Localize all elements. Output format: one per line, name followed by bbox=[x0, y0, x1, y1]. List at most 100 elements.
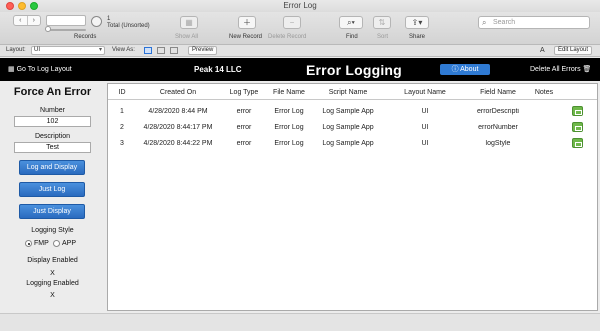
logging-enabled-label: Logging Enabled bbox=[26, 280, 79, 287]
edit-layout-button[interactable]: Edit Layout bbox=[554, 46, 593, 55]
show-all-button[interactable]: Show All bbox=[175, 34, 198, 40]
preview-button[interactable]: Preview bbox=[188, 46, 218, 55]
page-title: Error Logging bbox=[306, 62, 402, 78]
trash-icon: 🗑 bbox=[582, 66, 592, 73]
new-record-icon[interactable]: ＋ bbox=[238, 16, 256, 29]
logging-enabled-checkbox[interactable]: X bbox=[49, 292, 56, 299]
fmp-radio[interactable] bbox=[25, 240, 32, 247]
cell-id: 1 bbox=[120, 108, 124, 115]
column-header-notes[interactable]: Notes bbox=[532, 89, 556, 96]
status-bar bbox=[0, 313, 600, 331]
layout-label: Layout: bbox=[6, 47, 26, 53]
cell-layout-name: UI bbox=[421, 108, 429, 115]
cell-log-type: error bbox=[236, 108, 252, 115]
table-row[interactable]: 2 4/28/2020 8:44:17 PM error Error Log L… bbox=[108, 120, 597, 135]
formatting-bar-icon[interactable]: A bbox=[540, 45, 545, 56]
about-button[interactable]: ⓘ About bbox=[440, 64, 490, 75]
new-record-button[interactable]: New Record bbox=[229, 34, 262, 40]
description-label: Description bbox=[34, 133, 70, 140]
cell-created-on: 4/28/2020 8:44:17 PM bbox=[143, 124, 213, 131]
column-header-id[interactable]: ID bbox=[114, 89, 130, 96]
find-magnifier-icon[interactable]: ⌕▾ bbox=[339, 16, 363, 29]
layout-select-value: UI bbox=[34, 47, 40, 53]
description-field[interactable]: Test bbox=[14, 142, 91, 153]
delete-all-errors-button[interactable]: Delete All Errors 🗑 bbox=[530, 65, 591, 73]
header-divider bbox=[108, 99, 597, 100]
view-as-label: View As: bbox=[112, 47, 135, 53]
cell-field-name: errorNumber bbox=[478, 124, 518, 131]
search-input[interactable]: ⌕ Search bbox=[478, 16, 590, 29]
form-view-icon[interactable] bbox=[144, 47, 152, 54]
record-slider-track[interactable] bbox=[46, 29, 86, 31]
row-action-button[interactable] bbox=[572, 122, 583, 132]
table-view-icon[interactable] bbox=[170, 47, 178, 54]
total-count: 1 bbox=[107, 16, 111, 22]
zoom-window-button[interactable] bbox=[30, 2, 38, 10]
table-row[interactable]: 3 4/28/2020 8:44:22 PM error Error Log L… bbox=[108, 136, 597, 151]
panel-title: Force An Error bbox=[13, 86, 92, 98]
minimize-window-button[interactable] bbox=[18, 2, 26, 10]
go-to-log-label: Go To Log Layout bbox=[16, 66, 72, 73]
just-log-button[interactable]: Just Log bbox=[19, 182, 85, 197]
table-row[interactable]: 1 4/28/2020 8:44 PM error Error Log Log … bbox=[108, 104, 597, 119]
cell-log-type: error bbox=[236, 140, 252, 147]
layout-select[interactable]: UI bbox=[31, 46, 105, 55]
error-log-table: ID Created On Log Type File Name Script … bbox=[107, 83, 598, 311]
current-record-field[interactable] bbox=[46, 15, 86, 26]
cell-script-name: Log Sample App bbox=[322, 124, 374, 131]
display-enabled-label: Display Enabled bbox=[27, 257, 78, 264]
find-button[interactable]: Find bbox=[346, 34, 358, 40]
column-header-field-name[interactable]: Field Name bbox=[463, 89, 533, 96]
layout-header: ▦ Go To Log Layout Peak 14 LLC Error Log… bbox=[0, 58, 600, 81]
go-to-log-layout-button[interactable]: ▦ Go To Log Layout bbox=[8, 65, 72, 73]
search-placeholder: Search bbox=[493, 19, 516, 26]
cell-field-name: errorDescripti bbox=[476, 108, 519, 115]
cell-log-type: error bbox=[236, 124, 252, 131]
cell-field-name: logStyle bbox=[485, 140, 511, 147]
window-title: Error Log bbox=[283, 1, 317, 10]
cell-file-name: Error Log bbox=[274, 108, 304, 115]
display-enabled-checkbox[interactable]: X bbox=[49, 270, 56, 277]
search-icon: ⌕ bbox=[482, 18, 487, 27]
delete-record-button[interactable]: Delete Record bbox=[268, 34, 306, 40]
record-slider-knob[interactable] bbox=[45, 26, 51, 32]
column-header-layout-name[interactable]: Layout Name bbox=[393, 89, 457, 96]
log-and-display-button[interactable]: Log and Display bbox=[19, 160, 85, 175]
cell-script-name: Log Sample App bbox=[322, 140, 374, 147]
sort-button[interactable]: Sort bbox=[377, 34, 388, 40]
info-icon: ⓘ bbox=[451, 66, 459, 73]
cell-script-name: Log Sample App bbox=[322, 108, 374, 115]
app-radio-label: APP bbox=[62, 240, 77, 247]
cell-id: 3 bbox=[120, 140, 124, 147]
column-header-log-type[interactable]: Log Type bbox=[223, 89, 265, 96]
record-pie-icon bbox=[91, 16, 102, 27]
app-radio[interactable] bbox=[53, 240, 60, 247]
cell-layout-name: UI bbox=[421, 140, 429, 147]
fmp-radio-label: FMP bbox=[34, 240, 49, 247]
window-titlebar: Error Log bbox=[0, 0, 600, 12]
calculator-icon: ▦ bbox=[8, 66, 15, 73]
just-display-button[interactable]: Just Display bbox=[19, 204, 85, 219]
column-header-file-name[interactable]: File Name bbox=[268, 89, 310, 96]
about-label: About bbox=[460, 66, 479, 73]
toolbar: ‹ › Records 1 Total (Unsorted) ▦ Show Al… bbox=[0, 12, 600, 45]
close-window-button[interactable] bbox=[6, 2, 14, 10]
sort-icon[interactable]: ⇅ bbox=[373, 16, 391, 29]
column-header-script-name[interactable]: Script Name bbox=[313, 89, 383, 96]
share-icon[interactable]: ⇪▾ bbox=[405, 16, 429, 29]
list-view-icon[interactable] bbox=[157, 47, 165, 54]
row-action-button[interactable] bbox=[572, 106, 583, 116]
cell-file-name: Error Log bbox=[274, 140, 304, 147]
previous-record-button[interactable]: ‹ bbox=[14, 16, 28, 25]
delete-record-icon[interactable]: − bbox=[283, 16, 301, 29]
company-name: Peak 14 LLC bbox=[194, 65, 242, 74]
next-record-button[interactable]: › bbox=[28, 16, 41, 25]
number-field[interactable]: 102 bbox=[14, 116, 91, 127]
row-action-button[interactable] bbox=[572, 138, 583, 148]
cell-file-name: Error Log bbox=[274, 124, 304, 131]
column-header-created-on[interactable]: Created On bbox=[138, 89, 218, 96]
force-error-panel: Force An Error Number 102 Description Te… bbox=[0, 81, 105, 311]
show-all-icon[interactable]: ▦ bbox=[180, 16, 198, 29]
share-button[interactable]: Share bbox=[409, 34, 425, 40]
cell-created-on: 4/28/2020 8:44:22 PM bbox=[143, 140, 213, 147]
